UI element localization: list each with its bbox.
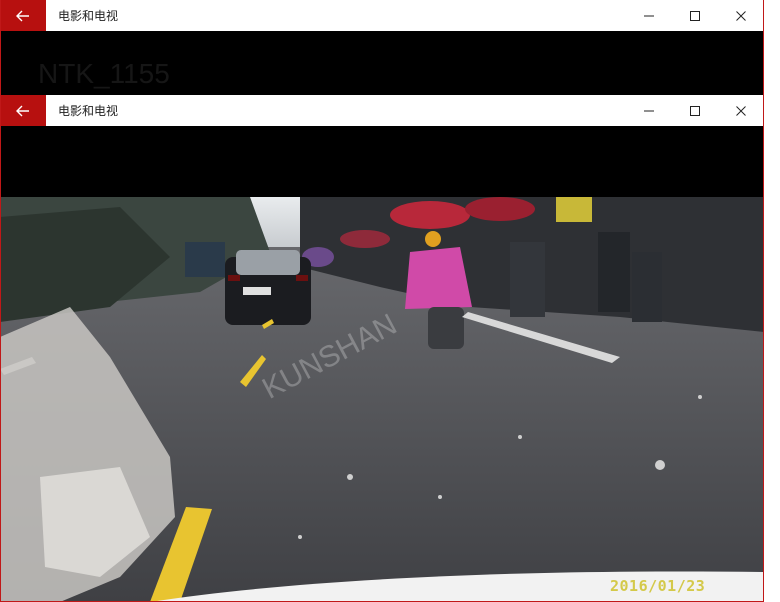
maximize-icon [690,105,700,116]
video-player[interactable]: KUNSHAN [0,197,764,602]
background-video-title: NTK_1155 [38,58,170,89]
close-icon [736,105,746,116]
arrow-left-icon [16,10,29,21]
minimize-icon [644,110,654,111]
arrow-left-icon [16,105,29,116]
video-timestamp: 2016/01/23 [610,577,706,595]
title-bar-front-window: 电影和电视 [0,95,764,126]
close-button[interactable] [718,0,764,31]
video-frame: KUNSHAN [0,197,764,602]
minimize-button[interactable] [626,0,672,31]
window-title: 电影和电视 [58,104,119,118]
window-gutter [764,0,780,602]
minimize-icon [644,15,654,16]
window-title: 电影和电视 [58,9,119,23]
maximize-button[interactable] [672,0,718,31]
back-button[interactable] [0,95,46,126]
maximize-button[interactable] [672,95,718,126]
close-button[interactable] [718,95,764,126]
maximize-icon [690,10,700,21]
title-bar-back-window: 电影和电视 [0,0,764,31]
close-icon [736,10,746,21]
back-button[interactable] [0,0,46,31]
minimize-button[interactable] [626,95,672,126]
